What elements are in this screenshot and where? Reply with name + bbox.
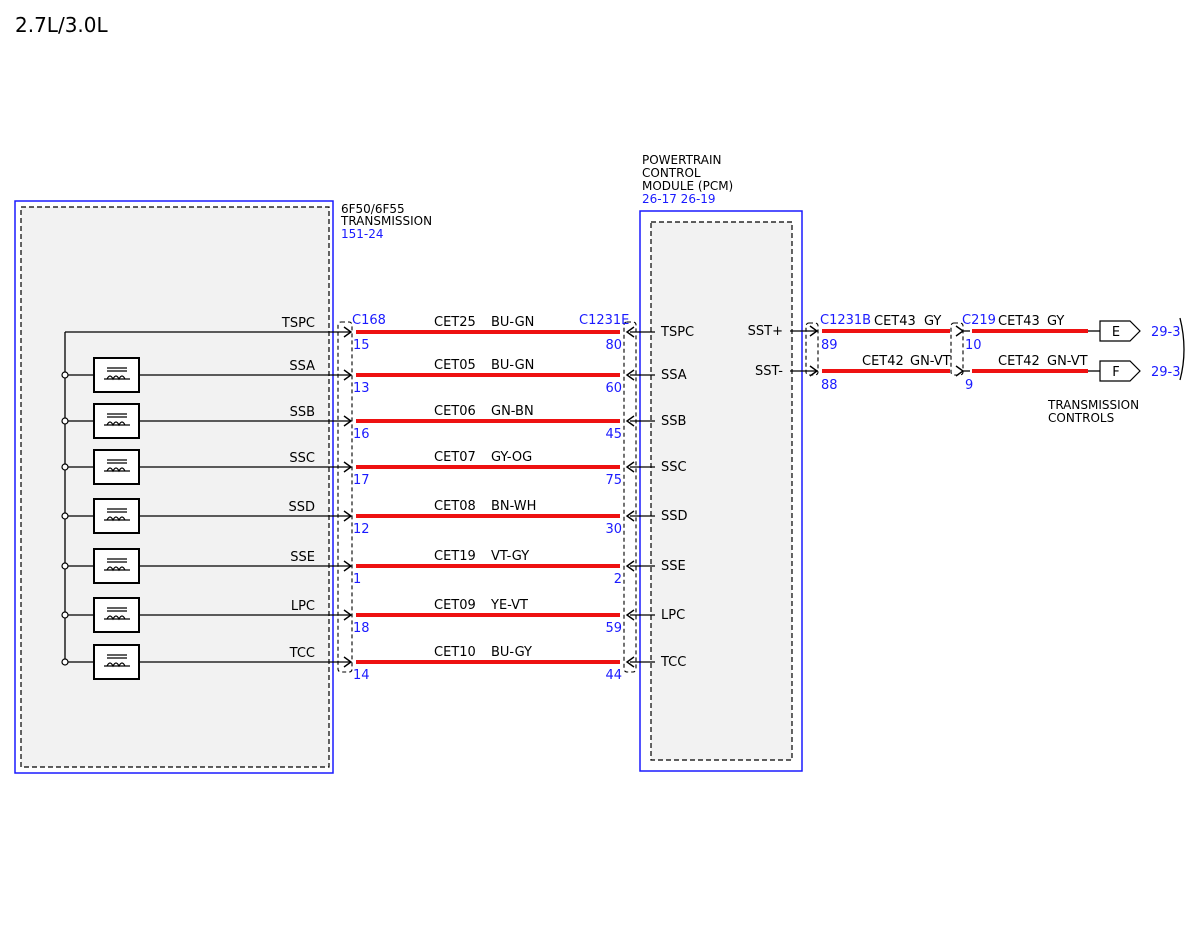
pcm-pin-number: 89: [821, 338, 838, 353]
solenoid-icon: [93, 644, 140, 680]
splice-node: [61, 512, 69, 520]
pcm-body: [650, 221, 793, 761]
off-page-terminal-icon[interactable]: [1099, 360, 1141, 382]
pcm-signal-label: SSA: [661, 368, 687, 383]
pcm-pin-number: 75: [605, 473, 622, 488]
destination-line2: CONTROLS: [1048, 411, 1114, 425]
trans-pin-number: 18: [353, 621, 370, 636]
trans-signal-label: SSE: [290, 550, 315, 565]
pcm-ref[interactable]: 26-17 26-19: [642, 192, 716, 206]
terminal-letter: E: [1112, 325, 1120, 340]
pcm-signal-label: SSE: [661, 559, 686, 574]
pcm-signal-label: TSPC: [660, 325, 694, 340]
trans-signal-label: TSPC: [281, 316, 315, 331]
circuit-id-label: CET43: [998, 314, 1040, 329]
wire-color-label: GN-VT: [1047, 354, 1088, 369]
sst-row-minus: SST- CET42 GN-VT CET42 GN-VT 88 9 F 29-3: [755, 354, 1180, 393]
pcm-signal-label: TCC: [660, 655, 686, 670]
pcm-name-line2: CONTROL: [642, 166, 701, 180]
trans-signal-label: SSB: [290, 405, 315, 420]
splice-node: [61, 417, 69, 425]
splice-node: [61, 562, 69, 570]
pcm-pin-number: 2: [614, 572, 622, 587]
connector-c219-label[interactable]: C219: [962, 313, 996, 328]
wiring-diagram: 2.7L/3.0L 6F50/6F55 TRANSMISSION 151-24 …: [14, 13, 1185, 774]
solenoid-icon: [93, 597, 140, 633]
pcm-signal-label: SSD: [661, 509, 688, 524]
pcm-signal-label: SSC: [661, 460, 687, 475]
connector-c168-label[interactable]: C168: [352, 313, 386, 328]
trans-pin-number: 12: [353, 522, 370, 537]
solenoid-icon: [93, 357, 140, 393]
circuit-id-label: CET19: [434, 549, 476, 564]
trans-pin-number: 17: [353, 473, 370, 488]
sst-signal-label: SST-: [755, 364, 783, 379]
wire-color-label: GY: [1047, 314, 1064, 329]
circuit-id-label: CET10: [434, 645, 476, 660]
trans-signal-label: SSC: [289, 451, 315, 466]
pcm-signal-label: SSB: [661, 414, 686, 429]
pcm-signal-label: LPC: [661, 608, 685, 623]
circuit-id-label: CET42: [862, 354, 904, 369]
solenoid-icon: [93, 449, 140, 485]
solenoid-icon: [93, 548, 140, 584]
wire-color-label: BU-GY: [491, 645, 532, 660]
destination-line1: TRANSMISSION: [1047, 398, 1139, 412]
circuit-id-label: CET07: [434, 450, 476, 465]
terminal-letter: F: [1112, 365, 1119, 380]
solenoid-icon: [93, 403, 140, 439]
pcm-name-line1: POWERTRAIN: [642, 153, 722, 167]
wire-color-label: VT-GY: [491, 549, 529, 564]
sst-signal-label: SST+: [748, 324, 783, 339]
pcm-pin-number: 59: [605, 621, 622, 636]
solenoid-icon: [93, 498, 140, 534]
trans-pin-number: 13: [353, 381, 370, 396]
pcm-pin-number: 80: [605, 338, 622, 353]
pcm-pin-number: 44: [605, 668, 622, 683]
circuit-id-label: CET08: [434, 499, 476, 514]
wire-color-label: YE-VT: [490, 598, 528, 613]
trans-pin-number: 16: [353, 427, 370, 442]
pcm-pin-number: 88: [821, 378, 838, 393]
splice-node: [61, 463, 69, 471]
trans-pin-number: 14: [353, 668, 370, 683]
terminal-ref[interactable]: 29-3: [1151, 325, 1181, 340]
wire-color-label: GN-VT: [910, 354, 951, 369]
trans-signal-label: LPC: [291, 599, 315, 614]
wire-color-label: BU-GN: [491, 315, 534, 330]
trans-signal-label: SSD: [288, 500, 315, 515]
transmission-body: [20, 206, 330, 768]
trans-signal-label: TCC: [289, 646, 315, 661]
connector-c1231b-label[interactable]: C1231B: [820, 313, 871, 328]
connector-c1231e-label[interactable]: C1231E: [579, 313, 629, 328]
trans-signal-label: SSA: [289, 359, 315, 374]
circuit-id-label: CET09: [434, 598, 476, 613]
circuit-id-label: CET42: [998, 354, 1040, 369]
wire-color-label: GY-OG: [491, 450, 532, 465]
pcm-pin-number: 30: [605, 522, 622, 537]
pcm-name-line3: MODULE (PCM): [642, 179, 733, 193]
wire-color-label: BU-GN: [491, 358, 534, 373]
inline-pin-number: 9: [965, 378, 973, 393]
trans-pin-number: 15: [353, 338, 370, 353]
diagram-title: 2.7L/3.0L: [15, 13, 108, 37]
splice-node: [61, 611, 69, 619]
pcm-pin-number: 45: [605, 427, 622, 442]
circuit-id-label: CET06: [434, 404, 476, 419]
splice-node: [61, 371, 69, 379]
destination-bracket: [1179, 317, 1185, 381]
circuit-id-label: CET05: [434, 358, 476, 373]
wire-color-label: GN-BN: [491, 404, 534, 419]
wire-color-label: BN-WH: [491, 499, 536, 514]
trans-pin-number: 1: [353, 572, 361, 587]
splice-node: [61, 658, 69, 666]
circuit-id-label: CET43: [874, 314, 916, 329]
wire-color-label: GY: [924, 314, 941, 329]
circuit-id-label: CET25: [434, 315, 476, 330]
transmission-name-line2: TRANSMISSION: [340, 214, 432, 228]
inline-pin-number: 10: [965, 338, 982, 353]
transmission-ref[interactable]: 151-24: [341, 227, 384, 241]
pcm-pin-number: 60: [605, 381, 622, 396]
terminal-ref[interactable]: 29-3: [1151, 365, 1181, 380]
